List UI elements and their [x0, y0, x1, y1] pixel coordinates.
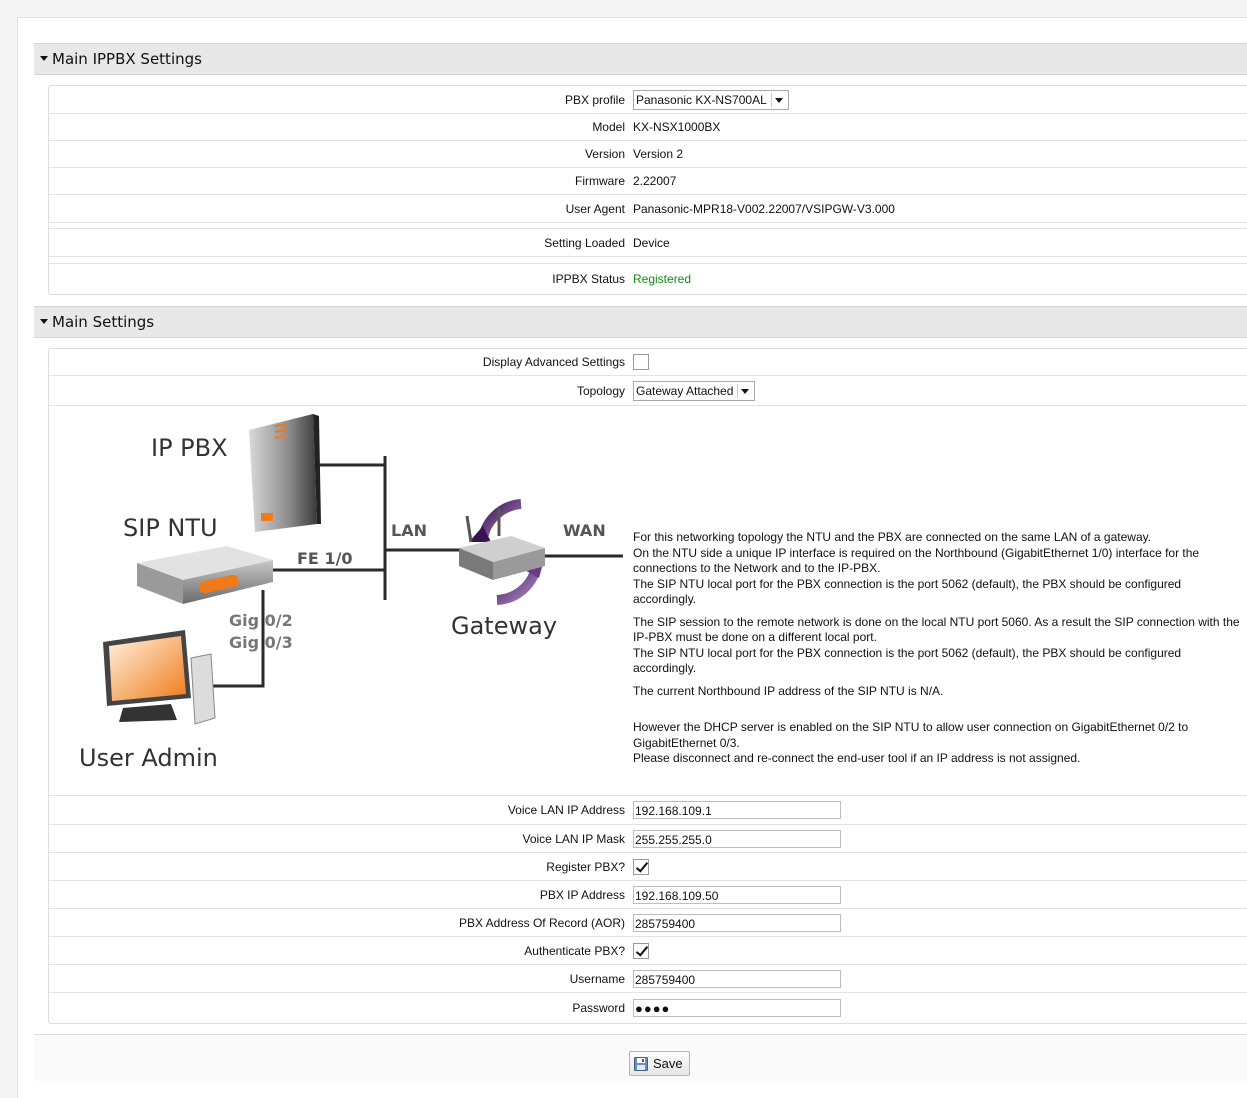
row-version: Version Version 2	[49, 141, 1247, 168]
ip-pbx-server-icon	[249, 414, 321, 532]
voice-lan-ip-input[interactable]: 192.168.109.1	[633, 801, 841, 819]
description-paragraph: The SIP session to the remote network is…	[633, 614, 1240, 676]
pbx-profile-value: Panasonic KX-NS700AL	[636, 92, 767, 107]
row-authenticate-pbx: Authenticate PBX?	[49, 937, 1247, 965]
user-agent-label: User Agent	[565, 201, 625, 216]
collapse-triangle-icon	[40, 56, 48, 61]
sip-ntu-device-icon	[137, 546, 273, 604]
row-user-agent: User Agent Panasonic-MPR18-V002.22007/VS…	[49, 195, 1247, 223]
row-display-advanced: Display Advanced Settings	[49, 349, 1247, 376]
diagram-label-user-admin: User Admin	[79, 744, 218, 772]
diagram-label-wan: WAN	[563, 521, 606, 540]
row-setting-loaded: Setting Loaded Device	[49, 229, 1247, 257]
version-value: Version 2	[633, 147, 684, 161]
diagram-label-gateway: Gateway	[451, 612, 557, 640]
dropdown-arrow-icon	[770, 92, 786, 107]
description-paragraph: The current Northbound IP address of the…	[633, 683, 944, 698]
topology-value: Gateway Attached	[636, 383, 734, 398]
description-paragraph: For this networking topology the NTU and…	[633, 530, 1200, 606]
setting-loaded-label: Setting Loaded	[544, 235, 625, 250]
setting-loaded-value: Device	[633, 235, 670, 250]
password-label: Password	[572, 1000, 625, 1015]
diagram-label-lan: LAN	[391, 521, 427, 540]
main-settings-box: Display Advanced Settings Topology Gatew…	[48, 348, 1247, 1024]
save-label: Save	[653, 1056, 683, 1071]
password-input[interactable]: ●●●●	[633, 998, 841, 1017]
register-pbx-label: Register PBX?	[546, 859, 625, 874]
pbx-ip-label: PBX IP Address	[539, 887, 625, 902]
pbx-aor-label: PBX Address Of Record (AOR)	[458, 915, 625, 930]
version-label: Version	[584, 147, 625, 161]
voice-lan-mask-input[interactable]: 255.255.255.0	[633, 829, 841, 848]
row-password: Password ●●●●	[49, 993, 1247, 1022]
firmware-label: Firmware	[575, 174, 625, 188]
diagram-label-sip-ntu: SIP NTU	[123, 514, 218, 542]
section-title: Main IPPBX Settings	[52, 50, 202, 68]
user-admin-computer-icon	[103, 630, 216, 725]
row-voice-lan-ip: Voice LAN IP Address 192.168.109.1	[49, 796, 1247, 825]
section-title: Main Settings	[52, 313, 155, 331]
topology-label: Topology	[576, 383, 625, 398]
diagram-label-fe: FE 1/0	[297, 549, 353, 568]
row-username: Username 285759400	[49, 965, 1247, 993]
row-pbx-aor: PBX Address Of Record (AOR) 285759400	[49, 909, 1247, 937]
save-button[interactable]: Save	[629, 1051, 690, 1076]
diagram-label-gig3: Gig 0/3	[229, 633, 293, 652]
row-pbx-ip: PBX IP Address 192.168.109.50	[49, 881, 1247, 909]
pbx-ip-input[interactable]: 192.168.109.50	[633, 885, 841, 904]
pbx-profile-label: PBX profile	[564, 92, 625, 107]
section-header-main-ippbx[interactable]: Main IPPBX Settings	[34, 43, 1247, 75]
ippbx-status-label: IPPBX Status	[552, 271, 625, 286]
ippbx-settings-box: PBX profile Panasonic KX-NS700AL Model K…	[48, 85, 1247, 295]
diagram-label-ip-pbx: IP PBX	[151, 434, 228, 462]
username-label: Username	[569, 971, 625, 986]
authenticate-pbx-label: Authenticate PBX?	[524, 943, 625, 958]
row-model: Model KX-NSX1000BX	[49, 114, 1247, 141]
user-agent-value: Panasonic-MPR18-V002.22007/VSIPGW-V3.000	[633, 201, 895, 216]
username-input[interactable]: 285759400	[633, 969, 841, 988]
pbx-aor-input[interactable]: 285759400	[633, 913, 841, 932]
voice-lan-mask-label: Voice LAN IP Mask	[522, 831, 626, 846]
collapse-triangle-icon	[40, 319, 48, 324]
row-firmware: Firmware 2.22007	[49, 168, 1247, 195]
display-advanced-checkbox[interactable]	[633, 354, 649, 370]
row-topology-diagram: IP PBX SIP NTU LAN WAN FE 1/0 Gig 0/2 Gi…	[49, 406, 1247, 796]
dropdown-arrow-icon	[737, 383, 752, 398]
row-topology: Topology Gateway Attached	[49, 376, 1247, 406]
row-spacer	[49, 257, 1247, 264]
ippbx-status-value: Registered	[633, 271, 692, 286]
model-value: KX-NSX1000BX	[633, 120, 721, 134]
gateway-router-icon	[459, 499, 545, 605]
row-register-pbx: Register PBX?	[49, 853, 1247, 881]
authenticate-pbx-checkbox[interactable]	[633, 942, 649, 959]
diagram-label-gig2: Gig 0/2	[229, 611, 293, 630]
row-voice-lan-mask: Voice LAN IP Mask 255.255.255.0	[49, 825, 1247, 853]
register-pbx-checkbox[interactable]	[633, 858, 649, 875]
description-paragraph: However the DHCP server is enabled on th…	[633, 720, 1189, 765]
section-header-main-settings[interactable]: Main Settings	[34, 306, 1247, 338]
display-advanced-label: Display Advanced Settings	[482, 355, 625, 369]
row-pbx-profile: PBX profile Panasonic KX-NS700AL	[49, 86, 1247, 114]
topology-select[interactable]: Gateway Attached	[633, 380, 756, 401]
row-ippbx-status: IPPBX Status Registered	[49, 264, 1247, 293]
voice-lan-ip-label: Voice LAN IP Address	[507, 803, 625, 817]
topology-diagram: IP PBX SIP NTU LAN WAN FE 1/0 Gig 0/2 Gi…	[79, 414, 623, 772]
firmware-value: 2.22007	[633, 174, 677, 188]
pbx-profile-select[interactable]: Panasonic KX-NS700AL	[633, 89, 789, 110]
floppy-disk-icon	[634, 1056, 648, 1071]
model-label: Model	[592, 120, 625, 134]
topology-description: For this networking topology the NTU and…	[633, 530, 1243, 774]
